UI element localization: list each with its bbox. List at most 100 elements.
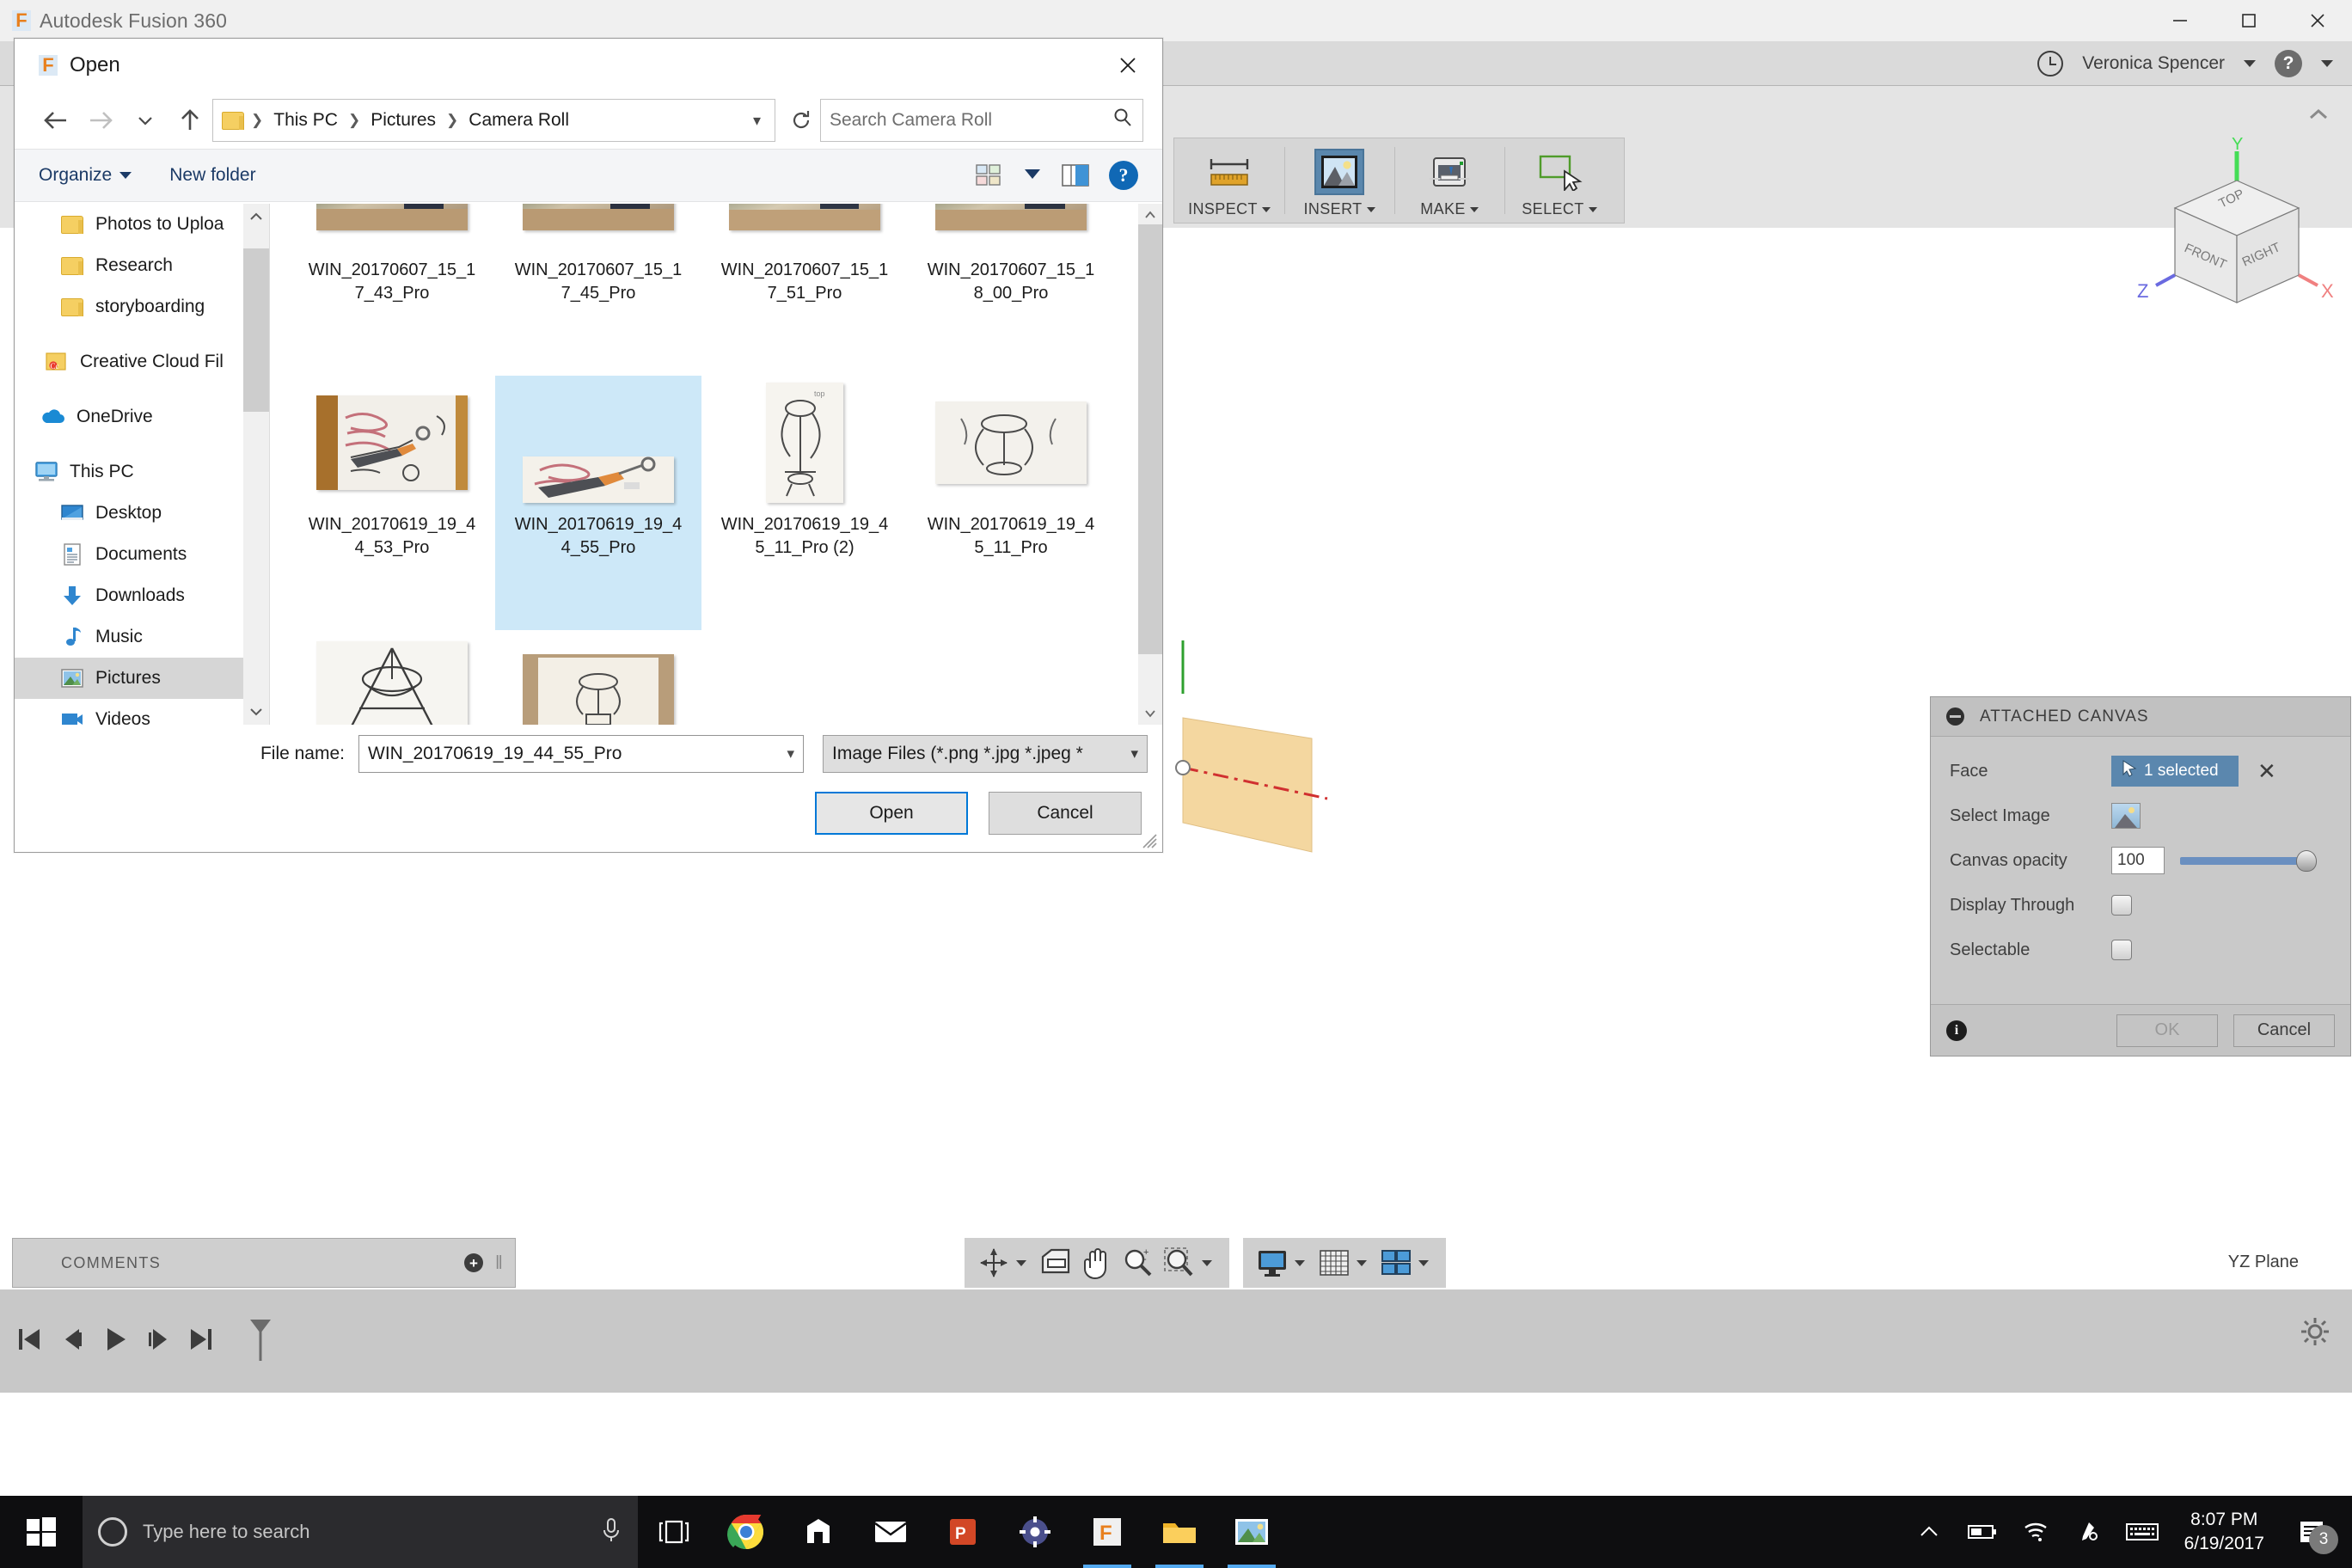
pen-icon[interactable] xyxy=(2062,1496,2116,1568)
windows-start-icon[interactable] xyxy=(0,1496,83,1568)
canvas-opacity-slider[interactable] xyxy=(2180,849,2317,872)
maximize-button[interactable] xyxy=(2214,0,2283,41)
view-cube[interactable]: Y TOP FRONT RIGHT Z X xyxy=(2127,135,2342,322)
breadcrumb[interactable]: ❯ This PC ❯ Pictures ❯ Camera Roll ▾ xyxy=(212,99,775,142)
file-item[interactable]: WIN_20170619_19_45_22_Pro (2) xyxy=(289,630,495,725)
grid-snap-icon[interactable] xyxy=(1315,1243,1353,1283)
sidebar-item-desktop[interactable]: Desktop xyxy=(15,493,269,534)
display-settings-icon[interactable] xyxy=(1253,1243,1291,1283)
scroll-down-icon[interactable] xyxy=(243,699,269,725)
sidebar-item-this-pc[interactable]: This PC xyxy=(15,451,269,493)
timeline-step-forward[interactable] xyxy=(144,1325,172,1358)
file-item[interactable]: WIN_20170607_15_17_43_Pro xyxy=(289,204,495,376)
file-item[interactable]: WIN_20170619_19_45_11_Pro xyxy=(908,376,1114,630)
viewports-icon[interactable] xyxy=(1377,1243,1415,1283)
sidebar-item-downloads[interactable]: Downloads xyxy=(15,575,269,616)
sidebar-item-documents[interactable]: Documents xyxy=(15,534,269,575)
comments-resize-handle[interactable]: ‖ xyxy=(495,1252,503,1274)
gear-app-icon[interactable] xyxy=(999,1496,1071,1568)
breadcrumb-item-this-pc[interactable]: This PC xyxy=(270,110,341,131)
chevron-up-icon[interactable] xyxy=(1902,1496,1956,1568)
breadcrumb-item-camera-roll[interactable]: Camera Roll xyxy=(465,110,573,131)
help-icon[interactable]: ? xyxy=(2275,49,2302,77)
photos-icon[interactable] xyxy=(1216,1496,1288,1568)
scroll-down-icon[interactable] xyxy=(1138,702,1162,725)
chevron-down-icon[interactable]: ▾ xyxy=(787,745,794,763)
fusion-icon[interactable]: F xyxy=(1071,1496,1143,1568)
close-button[interactable] xyxy=(2283,0,2352,41)
sidebar-item-storyboarding[interactable]: storyboarding xyxy=(15,286,269,328)
cancel-button[interactable]: Cancel xyxy=(989,792,1142,835)
file-item[interactable]: WIN_20170619_19_44_53_Pro xyxy=(289,376,495,630)
chevron-down-icon[interactable] xyxy=(2321,59,2333,67)
file-list-scrollbar-thumb[interactable] xyxy=(1138,224,1162,654)
sidebar-item-research[interactable]: Research xyxy=(15,245,269,286)
gear-icon[interactable] xyxy=(2300,1317,2330,1351)
file-type-dropdown[interactable]: Image Files (*.png *.jpg *.jpeg * ▾ xyxy=(823,735,1148,773)
sidebar-item-pictures[interactable]: Pictures xyxy=(15,658,269,699)
store-icon[interactable] xyxy=(782,1496,854,1568)
x-icon[interactable]: ✕ xyxy=(2257,760,2276,782)
face-selection-chip[interactable]: 1 selected xyxy=(2111,756,2239,787)
chevron-down-icon[interactable]: ▾ xyxy=(753,112,766,130)
file-list-scrollbar[interactable] xyxy=(1138,204,1162,725)
folder-icon[interactable] xyxy=(1143,1496,1216,1568)
plus-circle-icon[interactable]: + xyxy=(463,1253,483,1272)
file-item[interactable]: WIN_20170619_19_45_22_Pro xyxy=(495,630,701,725)
collapse-ribbon-icon[interactable] xyxy=(2306,105,2331,130)
close-icon[interactable] xyxy=(1093,40,1162,91)
minimize-button[interactable] xyxy=(2146,0,2214,41)
chrome-icon[interactable] xyxy=(710,1496,782,1568)
orbit-icon[interactable] xyxy=(975,1243,1013,1283)
look-at-icon[interactable] xyxy=(1037,1243,1075,1283)
mail-icon[interactable] xyxy=(854,1496,927,1568)
open-button[interactable]: Open xyxy=(815,792,968,835)
file-item[interactable]: WIN_20170607_15_18_00_Pro xyxy=(908,204,1114,376)
info-icon[interactable]: i xyxy=(1946,1020,1967,1041)
taskbar-clock[interactable]: 8:07 PM 6/19/2017 xyxy=(2169,1508,2280,1557)
battery-icon[interactable] xyxy=(1956,1496,2009,1568)
search-icon[interactable] xyxy=(1112,107,1134,134)
taskbar-search[interactable]: Type here to search xyxy=(83,1496,638,1568)
breadcrumb-item-pictures[interactable]: Pictures xyxy=(367,110,439,131)
sidebar-item-creative-cloud-files[interactable]: Cc Creative Cloud Fil xyxy=(15,341,269,383)
preview-pane-icon[interactable] xyxy=(1061,162,1090,188)
file-item-selected[interactable]: WIN_20170619_19_44_55_Pro xyxy=(495,376,701,630)
microphone-icon[interactable] xyxy=(600,1516,622,1548)
wifi-icon[interactable] xyxy=(2009,1496,2062,1568)
sidebar-item-videos[interactable]: Videos xyxy=(15,699,269,725)
file-item[interactable]: WIN_20170607_15_17_51_Pro xyxy=(701,204,908,376)
minus-circle-icon[interactable] xyxy=(1946,707,1964,726)
timeline-step-back[interactable] xyxy=(58,1325,86,1358)
sidebar-scrollbar[interactable] xyxy=(243,204,269,725)
chevron-down-icon[interactable] xyxy=(1357,1259,1367,1266)
ribbon-tool-make[interactable]: MAKE xyxy=(1394,138,1504,223)
chevron-down-icon[interactable] xyxy=(1023,165,1042,186)
selectable-checkbox[interactable] xyxy=(2111,940,2132,960)
chevron-down-icon[interactable] xyxy=(1418,1259,1429,1266)
ok-button[interactable]: OK xyxy=(2116,1014,2218,1047)
comments-bar[interactable]: COMMENTS + ‖ xyxy=(12,1238,516,1288)
ribbon-tool-select[interactable]: SELECT xyxy=(1504,138,1614,223)
sidebar-scrollbar-thumb[interactable] xyxy=(243,248,269,412)
file-name-input[interactable]: WIN_20170619_19_44_55_Pro ▾ xyxy=(358,735,804,773)
new-folder-button[interactable]: New folder xyxy=(169,165,255,186)
ribbon-tool-insert[interactable]: INSERT xyxy=(1284,138,1394,223)
slider-knob[interactable] xyxy=(2296,849,2317,872)
sidebar-item-onedrive[interactable]: OneDrive xyxy=(15,396,269,438)
arrow-left-icon[interactable] xyxy=(34,98,78,143)
timeline-marker[interactable] xyxy=(246,1316,275,1367)
display-through-checkbox[interactable] xyxy=(2111,895,2132,916)
scroll-up-icon[interactable] xyxy=(243,204,269,230)
image-thumbnail-icon[interactable] xyxy=(2111,803,2141,829)
user-name[interactable]: Veronica Spencer xyxy=(2082,53,2225,74)
sketch-plane-graphic[interactable] xyxy=(1174,640,1363,928)
sidebar-item-music[interactable]: Music xyxy=(15,616,269,658)
timeline-go-to-beginning[interactable] xyxy=(15,1325,43,1358)
keyboard-icon[interactable] xyxy=(2116,1496,2169,1568)
timeline-go-to-end[interactable] xyxy=(187,1325,215,1358)
organize-button[interactable]: Organize xyxy=(39,165,132,186)
cancel-button[interactable]: Cancel xyxy=(2233,1014,2335,1047)
zoom-icon[interactable]: + - xyxy=(1119,1243,1157,1283)
zoom-window-icon[interactable] xyxy=(1161,1243,1198,1283)
